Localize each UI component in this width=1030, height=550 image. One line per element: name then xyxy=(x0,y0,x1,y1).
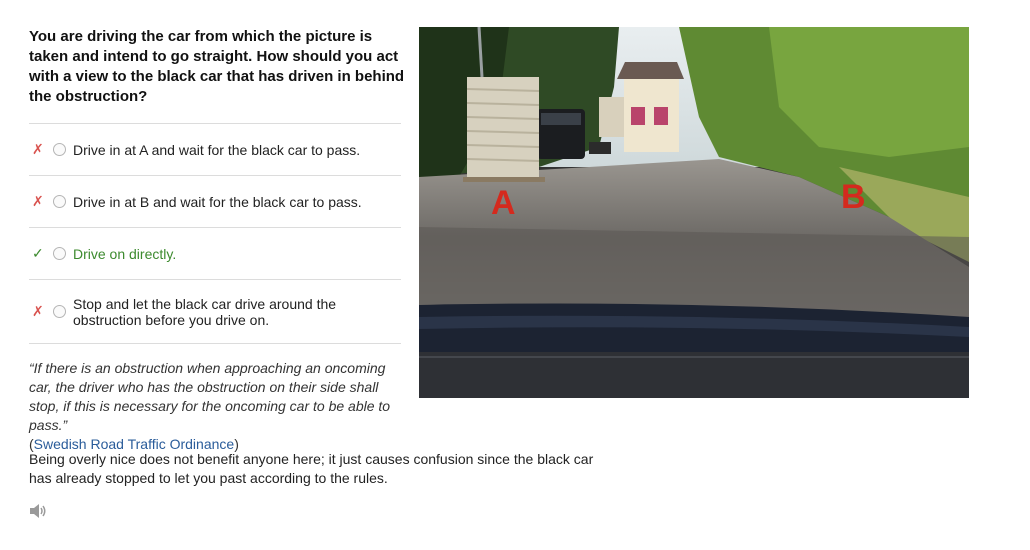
law-quote: “If there is an obstruction when approac… xyxy=(29,359,409,454)
answer-option-1[interactable]: ✗ Drive in at A and wait for the black c… xyxy=(29,123,401,175)
answer-label: Drive in at B and wait for the black car… xyxy=(73,193,362,210)
scene-photo: A B xyxy=(419,27,969,398)
cross-icon: ✗ xyxy=(32,141,44,157)
cross-icon: ✗ xyxy=(32,303,44,319)
answer-radio[interactable] xyxy=(53,143,66,156)
marker-b: B xyxy=(841,178,866,216)
cross-icon: ✗ xyxy=(32,193,44,209)
quote-text: “If there is an obstruction when approac… xyxy=(29,360,391,433)
answer-label: Stop and let the black car drive around … xyxy=(73,295,337,328)
answer-option-4[interactable]: ✗ Stop and let the black car drive aroun… xyxy=(29,279,401,344)
answer-option-2[interactable]: ✗ Drive in at B and wait for the black c… xyxy=(29,175,401,227)
marker-a: A xyxy=(491,184,516,222)
speaker-icon[interactable] xyxy=(29,503,47,519)
explanation-text: Being overly nice does not benefit anyon… xyxy=(29,451,594,486)
road-scene-image: A B xyxy=(419,27,969,398)
answer-label: Drive in at A and wait for the black car… xyxy=(73,141,361,158)
answer-radio[interactable] xyxy=(53,247,66,260)
check-icon: ✓ xyxy=(32,245,44,261)
answer-label: Drive on directly. xyxy=(73,245,177,262)
answer-radio[interactable] xyxy=(53,195,66,208)
answer-radio[interactable] xyxy=(53,305,66,318)
answer-option-3[interactable]: ✓ Drive on directly. xyxy=(29,227,401,279)
answer-list: ✗ Drive in at A and wait for the black c… xyxy=(29,123,401,344)
question-text: You are driving the car from which the p… xyxy=(29,28,405,105)
